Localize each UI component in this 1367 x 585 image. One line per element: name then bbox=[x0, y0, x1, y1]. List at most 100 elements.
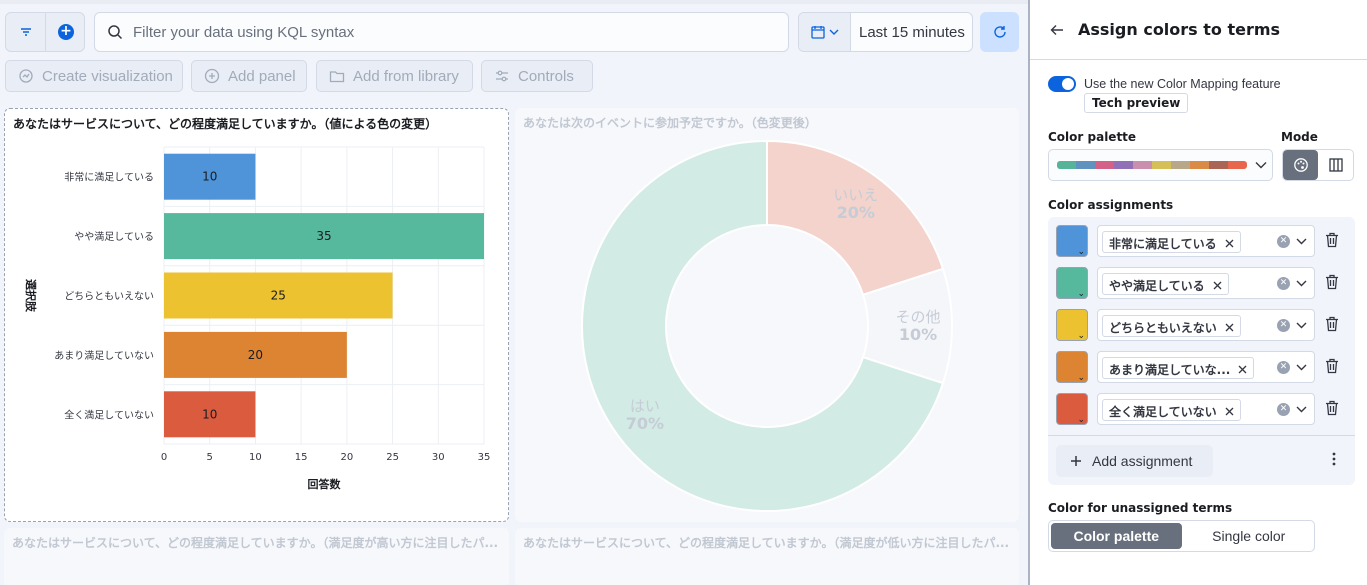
color-swatch-button[interactable]: ⌄ bbox=[1056, 351, 1088, 383]
close-icon[interactable] bbox=[1225, 323, 1234, 332]
term-chip: 非常に満足している bbox=[1102, 231, 1241, 253]
trash-icon[interactable] bbox=[1325, 316, 1339, 332]
close-icon[interactable] bbox=[1225, 239, 1234, 248]
color-swatch-button[interactable]: ⌄ bbox=[1056, 225, 1088, 257]
term-combobox[interactable]: 全く満足していない ✕ bbox=[1097, 393, 1315, 425]
palette-select[interactable] bbox=[1048, 149, 1273, 181]
panel-title: あなたはサービスについて、どの程度満足していますか。（満足度が低い方に注目したパ… bbox=[523, 536, 1010, 550]
clear-icon[interactable]: ✕ bbox=[1277, 403, 1290, 416]
add-panel-button[interactable]: Add panel bbox=[191, 60, 307, 92]
visualize-icon bbox=[18, 68, 34, 84]
chevron-down-icon[interactable] bbox=[1296, 275, 1307, 291]
time-range-label[interactable]: Last 15 minutes bbox=[851, 24, 965, 41]
toggle-label: Use the new Color Mapping feature bbox=[1084, 77, 1281, 91]
divider bbox=[1048, 435, 1355, 436]
filter-buttons: + bbox=[5, 12, 85, 52]
controls-button[interactable]: Controls bbox=[481, 60, 593, 92]
palette-swatch bbox=[1190, 161, 1209, 169]
assignment-row: ⌄ あまり満足していな... ✕ bbox=[1048, 351, 1355, 385]
arrow-left-icon[interactable] bbox=[1050, 24, 1064, 36]
term-combobox[interactable]: あまり満足していな... ✕ bbox=[1097, 351, 1315, 383]
refresh-icon bbox=[993, 26, 1006, 38]
gradient-mode-button[interactable] bbox=[1318, 150, 1353, 180]
color-mapping-toggle[interactable] bbox=[1048, 76, 1076, 92]
single-color-option[interactable]: Single color bbox=[1184, 521, 1315, 551]
chevron-down-icon[interactable] bbox=[1296, 401, 1307, 417]
categorical-mode-button[interactable] bbox=[1283, 150, 1318, 180]
bottom-right-panel[interactable]: あなたはサービスについて、どの程度満足していますか。（満足度が低い方に注目したパ… bbox=[515, 528, 1019, 585]
color-swatch-button[interactable]: ⌄ bbox=[1056, 267, 1088, 299]
slice-percent-label: 20% bbox=[837, 203, 875, 222]
add-panel-label: Add panel bbox=[228, 67, 296, 85]
clear-icon[interactable]: ✕ bbox=[1277, 277, 1290, 290]
trash-icon[interactable] bbox=[1325, 400, 1339, 416]
folder-icon bbox=[329, 68, 345, 84]
palette-label: Color palette bbox=[1048, 130, 1137, 144]
close-icon[interactable] bbox=[1213, 281, 1222, 290]
date-picker[interactable]: Last 15 minutes bbox=[798, 12, 973, 52]
clear-icon[interactable]: ✕ bbox=[1277, 361, 1290, 374]
trash-icon[interactable] bbox=[1325, 274, 1339, 290]
search-input[interactable] bbox=[133, 23, 753, 41]
category-label: 非常に満足している bbox=[64, 171, 154, 184]
filter-menu-button[interactable] bbox=[6, 13, 46, 51]
unassigned-color-toggle: Color palette Single color bbox=[1048, 520, 1315, 552]
mode-button-group bbox=[1282, 149, 1354, 181]
x-tick-label: 35 bbox=[478, 452, 491, 463]
add-from-library-button[interactable]: Add from library bbox=[316, 60, 473, 92]
term-label: 全く満足していない bbox=[1109, 405, 1217, 419]
filter-icon bbox=[20, 28, 31, 36]
controls-icon bbox=[494, 68, 510, 84]
chevron-down-icon: ⌄ bbox=[1077, 289, 1085, 299]
close-icon[interactable] bbox=[1225, 407, 1234, 416]
add-assignment-button[interactable]: Add assignment bbox=[1056, 445, 1213, 477]
chevron-down-icon[interactable] bbox=[1296, 317, 1307, 333]
term-label: どちらともいえない bbox=[1109, 321, 1217, 335]
clear-icon[interactable]: ✕ bbox=[1277, 319, 1290, 332]
chevron-down-icon: ⌄ bbox=[1077, 247, 1085, 257]
chevron-down-icon: ⌄ bbox=[1077, 331, 1085, 341]
slice-percent-label: 10% bbox=[899, 325, 937, 344]
term-combobox[interactable]: どちらともいえない ✕ bbox=[1097, 309, 1315, 341]
slice-percent-label: 70% bbox=[626, 414, 664, 433]
trash-icon[interactable] bbox=[1325, 232, 1339, 248]
create-visualization-button[interactable]: Create visualization bbox=[5, 60, 183, 92]
panel-title: あなたはサービスについて、どの程度満足していますか。（満足度が高い方に注目したパ… bbox=[12, 536, 499, 550]
bottom-left-panel[interactable]: あなたはサービスについて、どの程度満足していますか。（満足度が高い方に注目したパ… bbox=[4, 528, 509, 585]
clear-icon[interactable]: ✕ bbox=[1277, 235, 1290, 248]
color-swatch-button[interactable]: ⌄ bbox=[1056, 393, 1088, 425]
term-combobox[interactable]: 非常に満足している ✕ bbox=[1097, 225, 1315, 257]
chevron-down-icon: ⌄ bbox=[1077, 373, 1085, 383]
calendar-icon bbox=[810, 26, 825, 39]
kql-search-field[interactable] bbox=[94, 12, 789, 52]
color-palette-option[interactable]: Color palette bbox=[1051, 523, 1182, 549]
controls-label: Controls bbox=[518, 67, 574, 85]
flyout-header: Assign colors to terms bbox=[1050, 20, 1280, 39]
color-swatch-button[interactable]: ⌄ bbox=[1056, 309, 1088, 341]
x-tick-label: 30 bbox=[432, 452, 445, 463]
x-tick-label: 15 bbox=[295, 452, 308, 463]
bar-chart-panel[interactable]: あなたはサービスについて、どの程度満足していますか。（値による色の変更） 051… bbox=[4, 108, 509, 522]
palette-swatch bbox=[1209, 161, 1228, 169]
slice-label: はい bbox=[630, 397, 660, 415]
quick-menu-button[interactable] bbox=[799, 13, 851, 51]
add-filter-button[interactable]: + bbox=[46, 13, 86, 51]
trash-icon[interactable] bbox=[1325, 358, 1339, 374]
close-icon[interactable] bbox=[1238, 365, 1247, 374]
x-tick-label: 10 bbox=[249, 452, 262, 463]
category-label: やや満足している bbox=[74, 231, 154, 243]
x-tick-label: 0 bbox=[161, 452, 167, 463]
chevron-down-icon[interactable] bbox=[1296, 233, 1307, 249]
term-combobox[interactable]: やや満足している ✕ bbox=[1097, 267, 1315, 299]
bar-value-label: 25 bbox=[271, 289, 286, 303]
more-options-icon[interactable] bbox=[1332, 451, 1336, 467]
term-chip: あまり満足していな... bbox=[1102, 357, 1255, 379]
color-assignment-flyout: Assign colors to terms Use the new Color… bbox=[1028, 0, 1367, 585]
x-tick-label: 25 bbox=[386, 452, 399, 463]
refresh-button[interactable] bbox=[980, 12, 1019, 52]
term-label: 非常に満足している bbox=[1109, 237, 1217, 251]
donut-chart-panel[interactable]: あなたは次のイベントに参加予定ですか。（色変更後） いいえ 20% その他 10% はい… bbox=[515, 108, 1019, 522]
chevron-down-icon[interactable] bbox=[1296, 359, 1307, 375]
term-label: やや満足している bbox=[1109, 279, 1205, 293]
assignments-label: Color assignments bbox=[1048, 198, 1174, 212]
